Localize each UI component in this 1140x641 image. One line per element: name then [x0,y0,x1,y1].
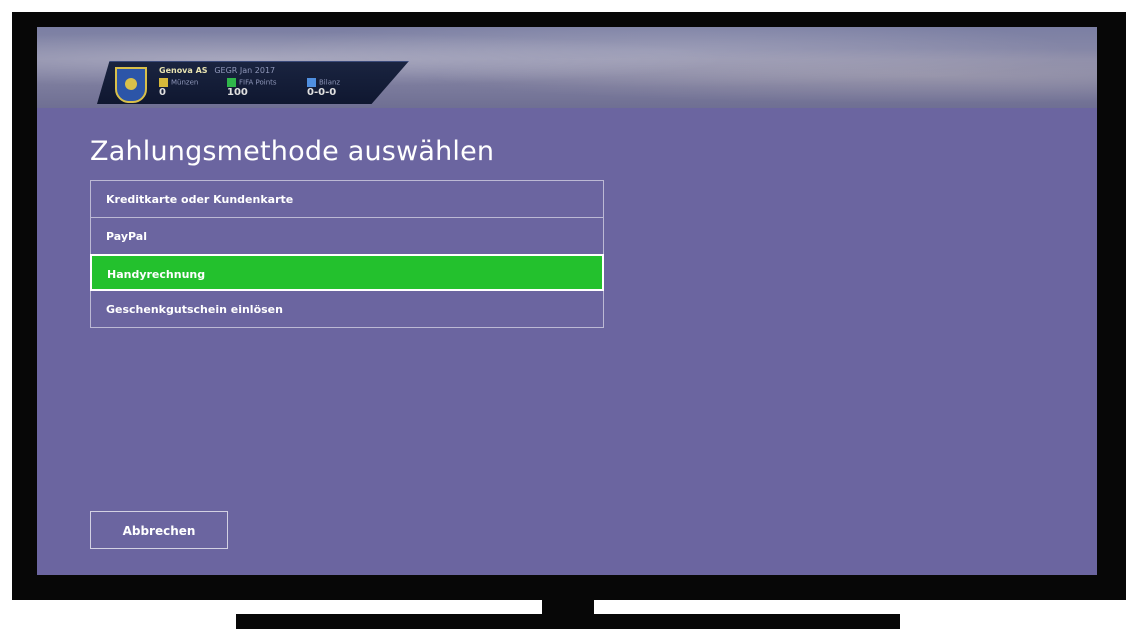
hud-stat-label: Bilanz [319,78,341,87]
hud-team-name: Genova AS [159,66,208,75]
club-crest-icon [115,67,147,103]
hud-stat-coins: Münzen 0 [159,78,198,98]
method-mobile-billing[interactable]: Handyrechnung [90,254,604,291]
points-icon [227,78,236,87]
hud-stat-value: 0-0-0 [307,87,337,98]
page-title: Zahlungsmethode auswählen [90,136,495,167]
top-banner: Genova AS GEGR Jan 2017 Münzen 0 FIFA Po… [37,27,1097,108]
hud-team: Genova AS GEGR Jan 2017 [159,66,275,75]
coin-icon [159,78,168,87]
method-gift-card[interactable]: Geschenkgutschein einlösen [90,291,604,328]
method-paypal[interactable]: PayPal [90,217,604,254]
hud-stat-bilanz: Bilanz 0-0-0 [307,78,340,98]
hud-team-sub: GEGR Jan 2017 [214,66,276,75]
payment-method-list: Kreditkarte oder Kundenkarte PayPal Hand… [90,180,604,328]
hud-stat-value: 100 [227,87,248,98]
hud-panel: Genova AS GEGR Jan 2017 Münzen 0 FIFA Po… [97,61,409,104]
tv-stand-base [236,614,900,629]
tv-stand-neck [542,600,594,614]
console-screen: Genova AS GEGR Jan 2017 Münzen 0 FIFA Po… [37,27,1097,575]
record-icon [307,78,316,87]
method-credit-card[interactable]: Kreditkarte oder Kundenkarte [90,180,604,217]
hud-stat-label: Münzen [171,78,199,87]
cancel-button[interactable]: Abbrechen [90,511,228,549]
hud-stat-fifa-points: FIFA Points 100 [227,78,277,98]
hud-stat-value: 0 [159,87,166,98]
hud-stat-label: FIFA Points [239,78,277,87]
